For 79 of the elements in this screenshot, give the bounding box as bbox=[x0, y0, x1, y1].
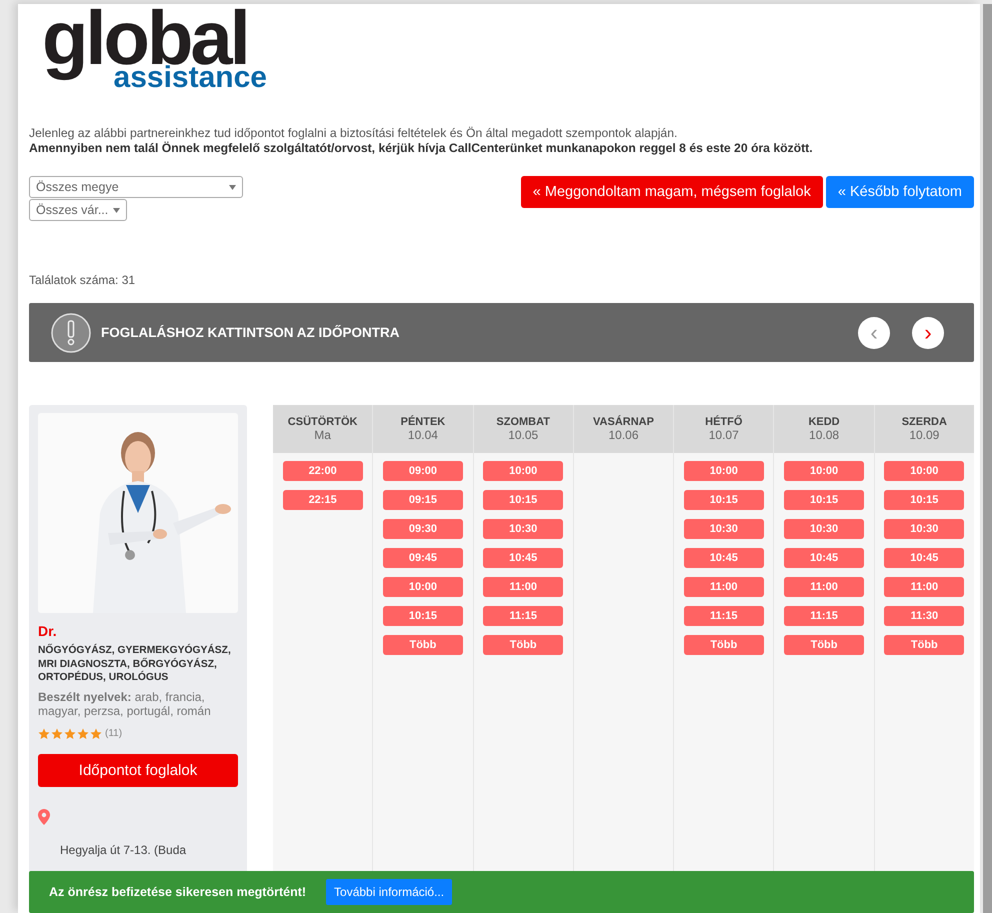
time-slot-button[interactable]: 11:00 bbox=[684, 577, 764, 597]
dropdown[interactable]: Összes megye bbox=[29, 176, 243, 198]
time-slot-button[interactable]: Több bbox=[684, 635, 764, 655]
star-icon bbox=[77, 728, 89, 740]
time-slot-button[interactable]: 09:15 bbox=[382, 490, 463, 510]
time-slot-button[interactable]: 10:15 bbox=[382, 606, 463, 626]
previous-button[interactable]: ‹ bbox=[858, 316, 890, 348]
day-name: PÉNTEK bbox=[400, 416, 446, 428]
time-slot-button[interactable]: 11:00 bbox=[884, 577, 964, 597]
time-slot-button[interactable]: 22:00 bbox=[282, 461, 363, 481]
time-slot-button[interactable]: 11:00 bbox=[483, 577, 564, 597]
day-date: 10.08 bbox=[809, 428, 840, 442]
notice-text: FOGLALÁSHOZ KATTINTSON AZ IDŐPONTRA bbox=[101, 325, 400, 340]
intro-text: Jelenleg az alábbi partnereinkhez tud időpontot foglalni a biztosítási feltételek és Ön által megadott szempontok alapján. bbox=[29, 126, 678, 141]
book-appointment-button[interactable]: Időpontot foglalok bbox=[38, 754, 238, 786]
callcenter-notice: Amennyiben nem talál Önnek megfelelő szolgáltatót/orvost, kérjük hívja CallCenterünket munkanapokon reggel 8 és este 20 óra között. bbox=[29, 141, 814, 156]
time-slot-button[interactable]: 10:00 bbox=[684, 461, 764, 481]
time-slot-button[interactable]: 11:30 bbox=[884, 606, 964, 626]
time-slot-button[interactable]: 10:15 bbox=[483, 490, 564, 510]
doctor-name: Dr. bbox=[38, 623, 58, 639]
review-count: (11) bbox=[105, 728, 122, 739]
time-slot-button[interactable]: 10:15 bbox=[784, 490, 864, 510]
time-slot-button[interactable]: 10:45 bbox=[784, 548, 864, 568]
time-slot-button[interactable]: 09:45 bbox=[382, 548, 463, 568]
time-slot-button[interactable]: 10:00 bbox=[483, 461, 564, 481]
time-slot-button[interactable]: 10:00 bbox=[382, 577, 463, 597]
time-slot-button[interactable]: 11:15 bbox=[483, 606, 564, 626]
day-date: 10.09 bbox=[909, 428, 940, 442]
time-slot-button[interactable]: 11:15 bbox=[684, 606, 764, 626]
day-name: CSÜTÖRTÖK bbox=[288, 416, 358, 428]
specialties: NŐGYÓGYÁSZ, GYERMEKGYÓGYÁSZ, MRI DIAGNOSZTA, BŐRGYÓGYÁSZ, ORTOPÉDUS, UROLÓGUS bbox=[38, 644, 232, 684]
caret-icon bbox=[113, 208, 120, 212]
day-date: Ma bbox=[314, 428, 331, 442]
time-slot-button[interactable]: 10:30 bbox=[483, 519, 564, 539]
time-slot-button[interactable]: Több bbox=[382, 635, 463, 655]
star-icon bbox=[64, 728, 76, 740]
star-icon bbox=[90, 728, 102, 740]
time-slot-button[interactable]: 10:45 bbox=[884, 548, 964, 568]
next-button[interactable]: › bbox=[912, 316, 944, 348]
location-pin-icon bbox=[38, 808, 50, 824]
success-message: Az önrész befizetése sikeresen megtörtént! bbox=[49, 885, 306, 899]
time-slot-button[interactable]: 09:00 bbox=[382, 461, 463, 481]
day-date: 10.05 bbox=[508, 428, 538, 442]
time-slot-button[interactable]: 10:00 bbox=[784, 461, 864, 481]
more-info-button[interactable]: További információ... bbox=[326, 879, 452, 905]
time-slot-button[interactable]: 22:15 bbox=[282, 490, 363, 510]
time-slot-button[interactable]: 11:00 bbox=[784, 577, 864, 597]
star-icon bbox=[38, 728, 50, 740]
time-slot-button[interactable]: 10:30 bbox=[684, 519, 764, 539]
time-slot-button[interactable]: 10:30 bbox=[784, 519, 864, 539]
day-date: 10.04 bbox=[408, 428, 438, 442]
address: Hegyalja út 7-13. (Buda bbox=[59, 842, 188, 856]
languages: Beszélt nyelvek: arab, francia, magyar, perzsa, portugál, román bbox=[38, 690, 212, 718]
star-icon bbox=[51, 728, 63, 740]
time-slot-button[interactable]: 10:30 bbox=[884, 519, 964, 539]
cancel-button[interactable]: « Meggondoltam magam, mégsem foglalok bbox=[520, 176, 823, 208]
continue-later-button[interactable]: « Később folytatom bbox=[826, 176, 974, 208]
day-name: HÉTFŐ bbox=[705, 416, 742, 428]
time-slot-button[interactable]: Több bbox=[784, 635, 864, 655]
caret-icon bbox=[229, 184, 236, 190]
day-name: SZERDA bbox=[902, 416, 947, 428]
time-slot-button[interactable]: Több bbox=[483, 635, 564, 655]
day-name: KEDD bbox=[808, 416, 840, 428]
time-slot-button[interactable]: 10:45 bbox=[483, 548, 564, 568]
time-slot-button[interactable]: 09:30 bbox=[382, 519, 463, 539]
day-date: 10.06 bbox=[608, 428, 638, 442]
time-slot-button[interactable]: 11:15 bbox=[784, 606, 864, 626]
day-name: SZOMBAT bbox=[496, 416, 550, 428]
time-slot-button[interactable]: 10:15 bbox=[884, 490, 964, 510]
time-slot-button[interactable]: 10:45 bbox=[684, 548, 764, 568]
time-slot-button[interactable]: 10:15 bbox=[684, 490, 764, 510]
day-name: VASÁRNAP bbox=[593, 416, 654, 428]
time-slot-button[interactable]: Több bbox=[884, 635, 964, 655]
scrollbar[interactable] bbox=[983, 4, 992, 913]
dropdown[interactable]: Összes vár... bbox=[29, 199, 127, 221]
day-date: 10.07 bbox=[708, 428, 739, 442]
time-slot-button[interactable]: 10:00 bbox=[884, 461, 964, 481]
results-count: Találatok száma: 31 bbox=[29, 273, 136, 287]
exclamation-icon bbox=[51, 312, 91, 352]
